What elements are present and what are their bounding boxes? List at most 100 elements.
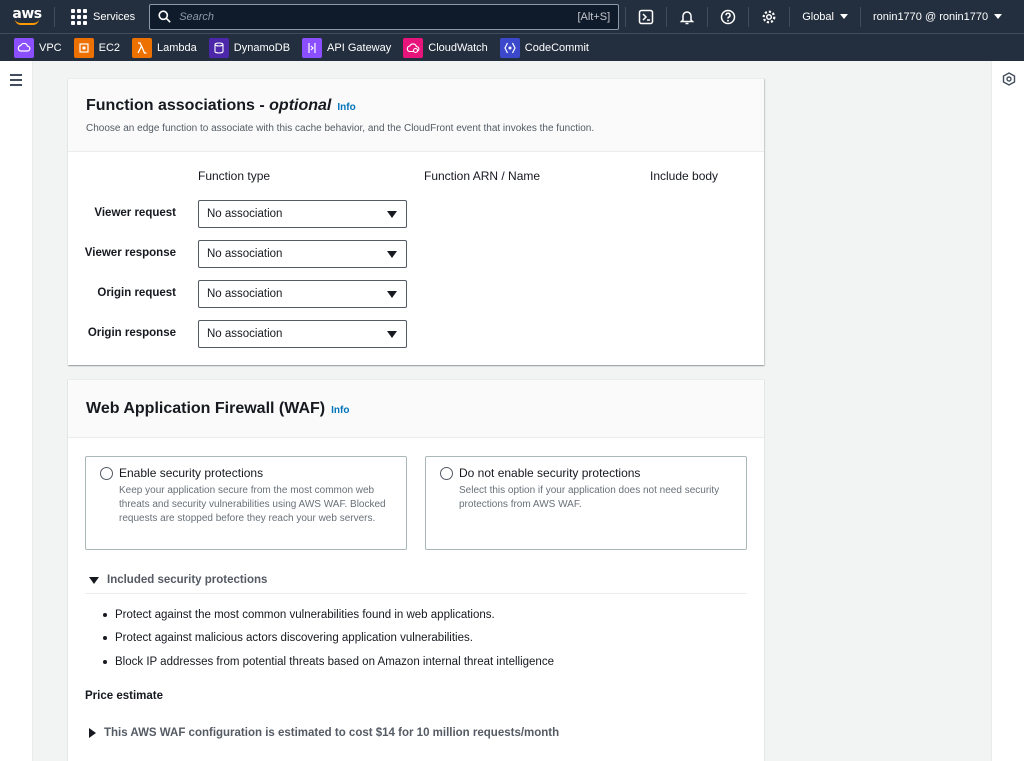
search-icon <box>158 10 171 23</box>
tile-description: Select this option if your application d… <box>459 485 720 510</box>
gear-icon <box>762 10 776 23</box>
bullet-icon <box>103 636 107 640</box>
protection-text: Protect against the most common vulnerab… <box>115 609 495 621</box>
function-associations-panel: Function associations - optional Info Ch… <box>68 78 764 365</box>
expander-label: Included security protections <box>107 574 268 586</box>
waf-panel: Web Application Firewall (WAF) Info Enab… <box>68 379 764 761</box>
title-text: Web Application Firewall (WAF) <box>86 400 326 417</box>
account-menu[interactable]: ronin1770 @ ronin1770 <box>861 0 1014 33</box>
info-link[interactable]: Info <box>331 405 349 416</box>
tile-title: Enable security protections <box>119 466 264 480</box>
caret-down-icon <box>839 14 848 19</box>
left-navigation-rail <box>0 61 33 761</box>
notifications-button[interactable] <box>667 0 707 33</box>
panel-description: Choose an edge function to associate wit… <box>86 123 595 134</box>
services-label: Services <box>93 10 136 23</box>
top-navigation: aws Services [Alt+S] Global ronin1770 @ … <box>0 0 1024 33</box>
cloudshell-button[interactable] <box>626 0 666 33</box>
ec2-icon <box>73 37 94 58</box>
search-input[interactable] <box>179 10 578 23</box>
expander-label: This AWS WAF configuration is estimated … <box>104 727 560 739</box>
cloudshell-icon <box>638 9 654 24</box>
column-header-function-type: Function type <box>198 169 271 183</box>
region-label: Global <box>802 10 834 23</box>
caret-down-icon <box>89 576 99 584</box>
caret-down-icon <box>387 211 397 218</box>
do-not-enable-security-radio[interactable] <box>440 467 453 480</box>
list-item: Protect against malicious actors discove… <box>103 632 473 644</box>
menu-icon[interactable] <box>10 74 22 89</box>
favorite-ec2[interactable]: EC2 <box>73 37 120 59</box>
bullet-icon <box>103 660 107 664</box>
aws-smile-icon <box>15 19 39 25</box>
viewer-response-function-type-select[interactable]: No association <box>198 240 407 268</box>
price-estimate-expander[interactable]: This AWS WAF configuration is estimated … <box>89 727 559 739</box>
help-button[interactable] <box>708 0 748 33</box>
label-origin-request: Origin request <box>97 287 176 299</box>
account-label: ronin1770 @ ronin1770 <box>872 10 989 23</box>
lambda-icon <box>132 37 153 58</box>
cloudwatch-icon <box>403 37 424 58</box>
protection-text: Block IP addresses from potential threat… <box>115 656 554 668</box>
search-bar[interactable]: [Alt+S] <box>149 3 620 30</box>
favorite-dynamodb[interactable]: DynamoDB <box>208 37 291 59</box>
select-value: No association <box>207 288 283 300</box>
favorites-bar: VPC EC2 Lambda DynamoDB API Gateway Clou… <box>0 33 1024 61</box>
do-not-enable-security-protections-tile[interactable]: Do not enable security protections Selec… <box>425 456 747 550</box>
tile-title: Do not enable security protections <box>459 466 641 480</box>
list-item: Block IP addresses from potential threat… <box>103 656 554 668</box>
api-gateway-icon <box>302 37 323 58</box>
favorite-label: DynamoDB <box>233 41 291 54</box>
label-origin-response: Origin response <box>87 327 176 339</box>
bullet-icon <box>103 613 107 617</box>
region-selector[interactable]: Global <box>790 0 860 33</box>
caret-right-icon <box>89 728 96 738</box>
origin-response-function-type-select[interactable]: No association <box>198 320 407 348</box>
title-text: Function associations - <box>86 97 270 114</box>
tools-panel-icon[interactable] <box>1002 72 1016 86</box>
label-viewer-response: Viewer response <box>84 247 176 259</box>
favorite-vpc[interactable]: VPC <box>14 37 62 59</box>
favorite-cloudwatch[interactable]: CloudWatch <box>403 37 488 59</box>
enable-security-protections-tile[interactable]: Enable security protections Keep your ap… <box>85 456 407 550</box>
bell-icon <box>679 10 695 24</box>
label-viewer-request: Viewer request <box>94 207 176 219</box>
vpc-icon <box>14 37 34 58</box>
favorite-label: VPC <box>39 41 62 54</box>
help-icon <box>720 9 736 24</box>
grid-icon <box>71 8 87 25</box>
optional-text: optional <box>269 97 332 114</box>
caret-down-icon <box>387 331 397 338</box>
aws-logo[interactable]: aws <box>0 0 54 33</box>
enable-security-radio[interactable] <box>100 467 113 480</box>
favorite-label: API Gateway <box>327 41 392 54</box>
panel-header: Function associations - optional Info Ch… <box>68 79 764 152</box>
panel-header: Web Application Firewall (WAF) Info <box>68 380 764 438</box>
origin-request-function-type-select[interactable]: No association <box>198 280 407 308</box>
favorite-api-gateway[interactable]: API Gateway <box>302 37 391 59</box>
info-link[interactable]: Info <box>337 102 355 113</box>
column-header-include-body: Include body <box>650 169 719 183</box>
favorite-label: Lambda <box>157 41 197 54</box>
favorite-lambda[interactable]: Lambda <box>132 37 197 59</box>
panel-title: Web Application Firewall (WAF) Info <box>86 400 746 418</box>
caret-down-icon <box>994 14 1003 19</box>
codecommit-icon <box>499 37 520 58</box>
select-value: No association <box>207 248 283 260</box>
favorite-label: CloudWatch <box>428 41 488 54</box>
divider <box>85 593 747 594</box>
right-tools-rail <box>991 61 1024 761</box>
protection-text: Protect against malicious actors discove… <box>115 632 473 644</box>
caret-down-icon <box>387 291 397 298</box>
services-menu-button[interactable]: Services <box>55 0 145 33</box>
favorite-codecommit[interactable]: CodeCommit <box>499 37 589 59</box>
select-value: No association <box>207 328 283 340</box>
included-security-protections-expander[interactable]: Included security protections <box>89 574 267 586</box>
dynamodb-icon <box>208 37 229 58</box>
viewer-request-function-type-select[interactable]: No association <box>198 200 407 228</box>
panel-title: Function associations - optional Info <box>86 97 746 115</box>
search-shortcut-hint: [Alt+S] <box>577 10 611 23</box>
price-estimate-heading: Price estimate <box>85 690 163 702</box>
settings-button[interactable] <box>749 0 789 33</box>
list-item: Protect against the most common vulnerab… <box>103 609 495 621</box>
